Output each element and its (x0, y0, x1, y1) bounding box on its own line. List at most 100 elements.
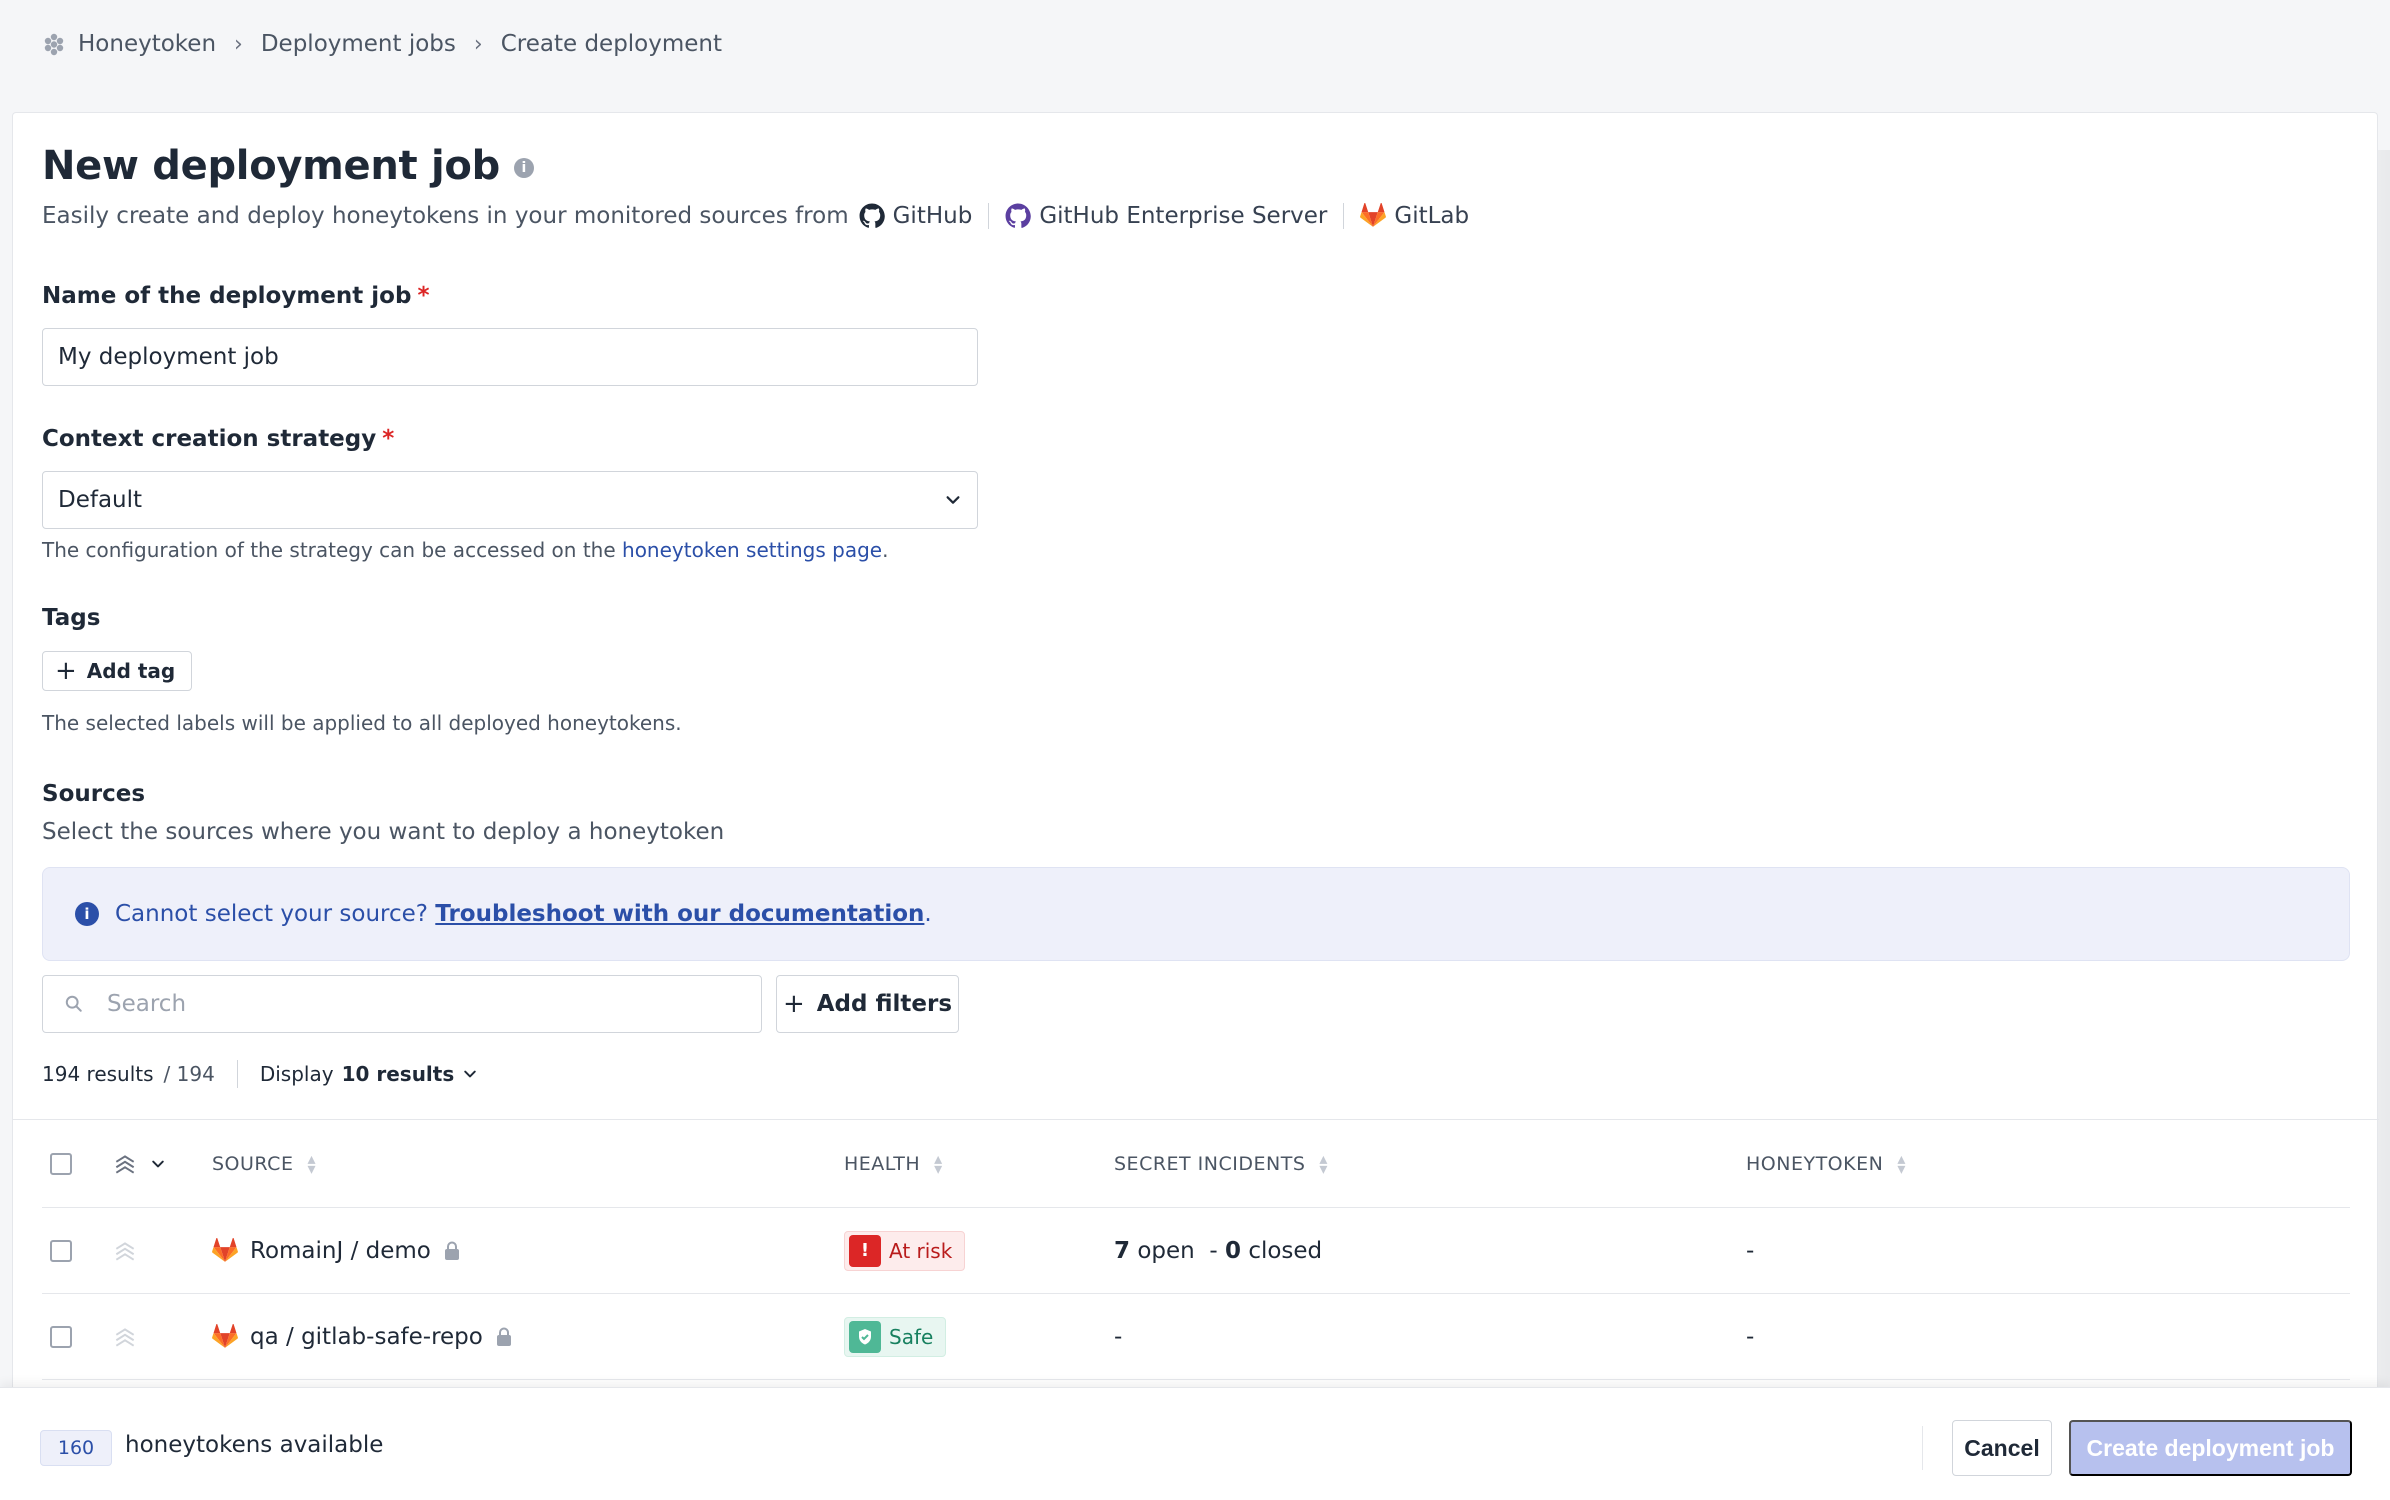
provider-label: GitLab (1394, 203, 1470, 229)
select-all-checkbox[interactable] (50, 1152, 72, 1175)
priority-icon (115, 1241, 135, 1260)
available-count-badge: 160 (40, 1430, 112, 1466)
strategy-select-value: Default (58, 487, 143, 513)
honeytoken-icon (44, 33, 64, 56)
source-name: RomainJ / demo (250, 1237, 431, 1264)
title-row: New deployment job i (42, 143, 534, 189)
strategy-label: Context creation strategy * (42, 426, 394, 452)
source-cell[interactable]: qa / gitlab-safe-repo (212, 1294, 513, 1379)
status-badge-at-risk: ! At risk (844, 1230, 966, 1271)
breadcrumb-honeytoken[interactable]: Honeytoken (42, 31, 216, 57)
priority-cell (112, 1208, 138, 1293)
status-label: Safe (889, 1324, 934, 1349)
github-enterprise-icon (1005, 203, 1032, 228)
honeytoken-settings-link[interactable]: honeytoken settings page (622, 538, 882, 562)
info-icon: i (75, 902, 99, 926)
shield-icon (849, 1320, 881, 1353)
plus-icon: + (55, 656, 77, 686)
add-tag-button[interactable]: + Add tag (42, 651, 193, 691)
breadcrumb: Honeytoken › Deployment jobs › Create de… (42, 28, 722, 60)
create-deployment-job-button[interactable]: Create deployment job (2069, 1420, 2352, 1476)
github-icon (859, 203, 885, 228)
tags-help: The selected labels will be applied to a… (42, 711, 682, 735)
gitlab-icon (212, 1323, 238, 1348)
column-label: SECRET INCIDENTS (1114, 1152, 1306, 1175)
results-count: 194 results (42, 1062, 154, 1086)
row-select-cell (50, 1208, 72, 1293)
results-total: / 194 (163, 1062, 215, 1086)
breadcrumb-deployment-jobs[interactable]: Deployment jobs (261, 31, 456, 57)
strategy-label-text: Context creation strategy (42, 426, 377, 452)
tags-label: Tags (42, 605, 101, 631)
strategy-help: The configuration of the strategy can be… (42, 538, 888, 562)
column-honeytoken[interactable]: HONEYTOKEN ▴ ▾ (1746, 1120, 1906, 1207)
display-count-select[interactable]: Display 10 results (260, 1062, 478, 1086)
chevron-down-icon (946, 496, 960, 504)
closed-label: closed (1248, 1237, 1323, 1264)
info-icon[interactable]: i (513, 158, 534, 178)
status-badge-safe: Safe (844, 1316, 947, 1357)
column-source[interactable]: SOURCE ▴ ▾ (212, 1120, 316, 1207)
column-label: HEALTH (844, 1152, 921, 1175)
divider (1922, 1426, 1923, 1470)
closed-count: 0 (1224, 1237, 1241, 1264)
cancel-button[interactable]: Cancel (1952, 1420, 2052, 1476)
divider (1343, 203, 1345, 229)
sort-icon: ▴ ▾ (1897, 1148, 1906, 1178)
subtitle-text: Easily create and deploy honeytokens in … (42, 203, 849, 229)
strategy-select[interactable]: Default (42, 471, 978, 529)
name-input[interactable]: My deployment job (42, 328, 978, 386)
breadcrumb-label: Honeytoken (78, 31, 217, 57)
name-input-value: My deployment job (58, 344, 279, 370)
strategy-help-suffix: . (882, 538, 889, 562)
chevron-right-icon: › (473, 31, 483, 57)
required-mark: * (382, 426, 395, 452)
row-select-cell (50, 1294, 72, 1379)
source-cell[interactable]: RomainJ / demo (212, 1208, 461, 1293)
provider-github-enterprise: GitHub Enterprise Server (1005, 203, 1327, 229)
name-label: Name of the deployment job * (42, 283, 429, 309)
search-box (42, 975, 762, 1033)
results-summary: 194 results / 194 Display 10 results (42, 1060, 478, 1088)
gitlab-icon (1360, 203, 1387, 227)
chevron-down-icon (152, 1160, 164, 1167)
column-secret-incidents[interactable]: SECRET INCIDENTS ▴ ▾ (1114, 1120, 1328, 1207)
table-row[interactable]: RomainJ / demo ! At risk 7 open - 0 clos… (42, 1208, 2350, 1294)
priority-icon (115, 1154, 135, 1173)
source-name: qa / gitlab-safe-repo (250, 1323, 483, 1350)
search-icon (65, 995, 82, 1012)
divider (236, 1060, 238, 1088)
banner-text: Cannot select your source? (115, 901, 428, 927)
row-checkbox[interactable] (50, 1325, 72, 1348)
row-checkbox[interactable] (50, 1239, 72, 1262)
health-cell: Safe (844, 1294, 947, 1379)
open-count: 7 (1114, 1237, 1131, 1264)
sort-icon: ▴ ▾ (934, 1148, 943, 1178)
select-all-cell (50, 1120, 72, 1207)
priority-icon (115, 1327, 135, 1346)
divider (988, 203, 990, 229)
troubleshoot-banner: i Cannot select your source? Troubleshoo… (42, 867, 2350, 961)
health-cell: ! At risk (844, 1208, 966, 1293)
column-label: SOURCE (212, 1152, 294, 1175)
strategy-help-text: The configuration of the strategy can be… (42, 538, 616, 562)
sort-icon: ▴ ▾ (307, 1148, 316, 1178)
status-label: At risk (889, 1238, 953, 1263)
footer-bar: 160 honeytokens available Cancel Create … (0, 1387, 2390, 1500)
chevron-down-icon (464, 1070, 477, 1078)
add-filters-button[interactable]: + Add filters (776, 975, 959, 1033)
table-header: SOURCE ▴ ▾ HEALTH ▴ ▾ SECRET INCIDENTS ▴ ▾ … (42, 1120, 2350, 1208)
add-tag-label: Add tag (86, 659, 176, 683)
troubleshoot-docs-link[interactable]: Troubleshoot with our documentation (435, 901, 924, 927)
provider-gitlab: GitLab (1360, 203, 1469, 229)
column-health[interactable]: HEALTH ▴ ▾ (844, 1120, 943, 1207)
column-label: HONEYTOKEN (1746, 1152, 1884, 1175)
priority-sort-cell[interactable] (112, 1120, 166, 1207)
sources-label: Sources (42, 781, 146, 807)
table-row[interactable]: qa / gitlab-safe-repo Safe - - (42, 1294, 2350, 1380)
search-input[interactable] (107, 991, 707, 1017)
lock-icon (444, 1241, 459, 1260)
display-prefix: Display (259, 1062, 334, 1086)
sort-icon: ▴ ▾ (1319, 1148, 1328, 1178)
honeytoken-cell: - (1746, 1237, 1755, 1264)
